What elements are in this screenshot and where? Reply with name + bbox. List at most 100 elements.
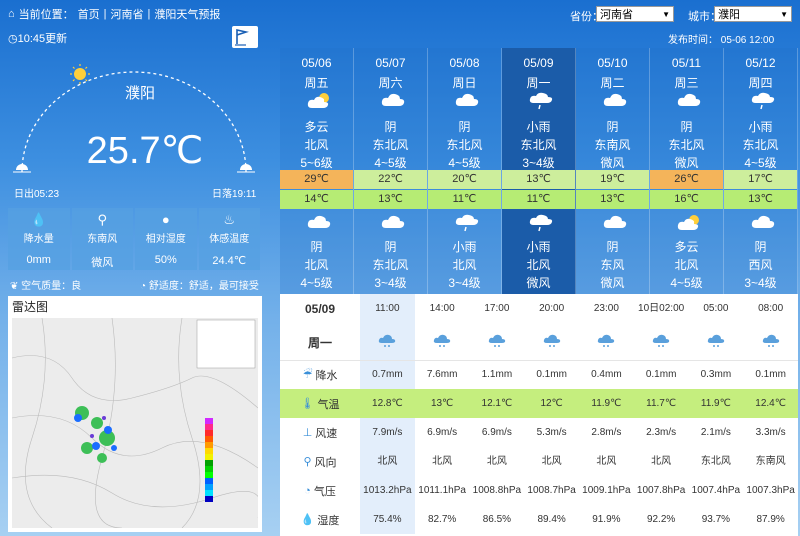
day-column[interactable]: 05/12 周四 小雨 东北风 4~5级 17℃ 13℃ 阴西风 3~4级 (724, 48, 798, 294)
sunrise-time: 日出05:23 (14, 189, 60, 200)
chevron-down-icon: ▼ (780, 9, 788, 19)
night-wind-level: 微风 (600, 276, 625, 290)
high-temp: 20℃ (428, 170, 501, 189)
low-temp: 14℃ (280, 190, 353, 209)
day-weather: 阴 (384, 120, 397, 134)
pressure-gauge-icon: ◔ (304, 484, 311, 497)
radar-map[interactable] (12, 318, 258, 528)
raindrops-icon: 💧 (30, 212, 47, 227)
high-temp: 19℃ (576, 170, 649, 189)
hourly-value: 75.4% (360, 505, 415, 534)
wind-logo (232, 26, 258, 48)
detail-precip: 💧 降水量 0mm (8, 208, 70, 270)
hourly-row-label: ☔ 降水 (302, 369, 338, 382)
leaf-icon: ❦ (10, 281, 22, 292)
day-weekday: 周一 (526, 76, 551, 90)
day-column[interactable]: 05/09 周一 小雨 东北风 3~4级 13℃ 11℃ 小雨 北风 微风 (502, 48, 576, 294)
hourly-value: 92.2% (646, 514, 676, 525)
day-column[interactable]: 05/11 周三阴东北风 微风 26℃ 16℃ 多云 北风 4~5级 (650, 48, 724, 294)
night-weather: 小雨 (526, 240, 551, 254)
high-temp: 26℃ (650, 170, 723, 189)
hourly-value: 1009.1hPa (582, 485, 631, 496)
sun-icon (70, 64, 90, 84)
breadcrumb-province[interactable]: 河南省 (111, 6, 144, 22)
night-wind: 北风 (674, 258, 699, 272)
hourly-value: 北风 (432, 456, 453, 467)
hourly-value: 2.1m/s (700, 427, 731, 438)
cloud-icon (454, 92, 480, 111)
drop-icon: ● (161, 212, 170, 227)
hourly-row-label: ◔ 气压 (304, 484, 336, 498)
day-column[interactable]: 05/06 周五 多云 北风 5~6级 29℃ 14℃ 阴北风 4~5级 (280, 48, 354, 294)
hourly-value: 0.4mm (591, 369, 622, 380)
cloud-icon (380, 92, 406, 111)
detail-feels: ♨ 体感温度 24.4℃ (198, 208, 260, 270)
hourly-value: 7.6mm (426, 369, 458, 380)
wind-turbine-icon: ⚲ (97, 212, 108, 227)
day-column[interactable]: 05/08 周日阴东北风 4~5级 20℃ 11℃ 小雨 北风 3~4级 (428, 48, 502, 294)
thermometer-icon: 🌡 (300, 398, 315, 410)
day-weekday: 周五 (304, 76, 329, 90)
hourly-value: 12℃ (540, 398, 563, 409)
hourly-value: 11.7℃ (646, 398, 677, 409)
hourly-value: 0.1mm (755, 369, 786, 380)
rain-cloud-icon (743, 324, 798, 360)
radar-panel: 雷达图 (8, 296, 262, 532)
hourly-value: 86.5% (482, 514, 512, 525)
comfort-index: ◔ 舒适度：舒适，最可接受 (140, 281, 259, 292)
rain-cloud-icon (454, 214, 480, 235)
day-date: 05/07 (375, 56, 406, 70)
breadcrumb-home[interactable]: 首页 (78, 6, 100, 22)
day-wind-level: 5~6级 (300, 156, 333, 170)
hourly-row: ☔ 降水 0.7mm 7.6mm 1.1mm 0.1mm 0.4mm 0.1mm 0.3mm 0.… (280, 360, 798, 389)
day-wind-level: 微风 (674, 156, 699, 170)
hourly-value: 北风 (486, 456, 507, 467)
partly-cloudy-icon (306, 92, 332, 113)
day-wind: 东北风 (520, 138, 557, 152)
city-select[interactable]: 濮阳 ▼ (714, 6, 792, 22)
current-details: 💧 降水量 0mm ⚲ 东南风 微风 ● 相对湿度 50% ♨ 体感温度 24.4℃ (8, 208, 260, 270)
hourly-row-label: ⊥ 风速 (302, 427, 338, 440)
hourly-value: 12.1℃ (481, 398, 513, 409)
day-wind-level: 4~5级 (744, 156, 777, 170)
hourly-value: 11.9℃ (591, 398, 622, 409)
province-select[interactable]: 河南省 ▼ (596, 6, 674, 22)
hourly-date: 05/09 (304, 302, 336, 316)
humidity-icon: 💧 (300, 514, 315, 526)
day-weekday: 周二 (600, 76, 625, 90)
hourly-value: 1008.7hPa (527, 485, 576, 496)
low-temp: 13℃ (724, 190, 797, 209)
hourly-time: 17:00 (484, 303, 510, 314)
high-temp: 22℃ (354, 170, 427, 189)
day-wind: 北风 (304, 138, 329, 152)
day-wind: 东北风 (668, 138, 705, 152)
day-column[interactable]: 05/07 周六阴东北风 4~5级 22℃ 13℃ 阴东北风 3~4级 (354, 48, 428, 294)
hourly-forecast: 05/09 11:00 14:00 17:00 20:00 23:00 10日02:00 05… (280, 294, 798, 536)
cloud-icon (750, 214, 776, 233)
night-wind: 北风 (452, 258, 477, 272)
cloud-icon (380, 214, 406, 233)
cloud-icon (602, 92, 628, 111)
breadcrumb-page[interactable]: 濮阳天气预报 (154, 6, 220, 22)
night-wind: 北风 (526, 258, 551, 272)
hourly-value: 12.4℃ (755, 398, 786, 409)
breadcrumb: ⌂ 当前位置： 首页 | 河南省 | 濮阳天气预报 (8, 6, 221, 22)
cloud-icon (306, 214, 332, 233)
current-temp: 25.7℃ (86, 130, 204, 172)
day-column[interactable]: 05/10 周二阴东南风 微风 19℃ 13℃ 阴东风 微风 (576, 48, 650, 294)
hourly-value: 6.9m/s (481, 427, 512, 438)
hourly-row: ⊥ 风速 7.9m/s 6.9m/s 6.9m/s 5.3m/s 2.8m/s 2.3m/s 2… (280, 418, 798, 447)
hourly-value: 6.9m/s (427, 427, 458, 438)
hourly-value: 1007.3hPa (746, 485, 795, 496)
day-date: 05/06 (301, 56, 332, 70)
day-wind: 东北风 (372, 138, 409, 152)
hourly-value: 北风 (541, 456, 562, 467)
hourly-time: 05:00 (703, 303, 729, 314)
rain-cloud-icon (360, 324, 415, 360)
day-wind-level: 3~4级 (522, 156, 555, 170)
cloud-icon (602, 214, 628, 233)
high-temp: 13℃ (502, 170, 575, 189)
day-wind-level: 微风 (600, 156, 625, 170)
hourly-value: 0.3mm (700, 369, 732, 380)
rain-cloud-icon (750, 92, 776, 113)
